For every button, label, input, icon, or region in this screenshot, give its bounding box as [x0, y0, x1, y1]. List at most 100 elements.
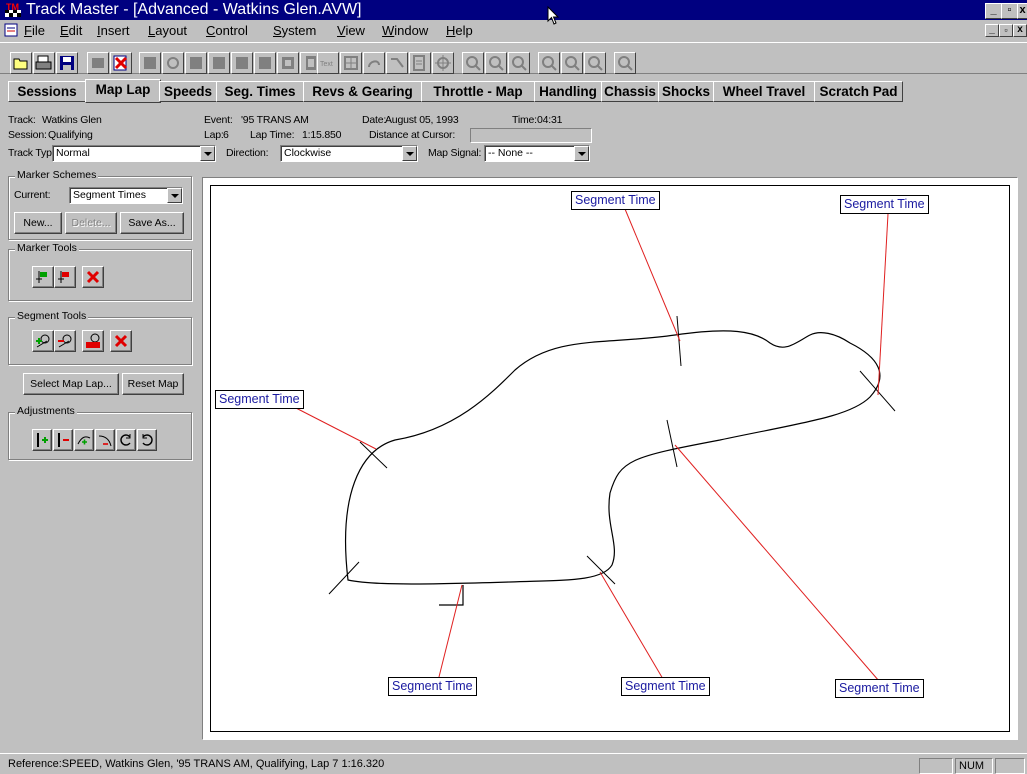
track-map-canvas[interactable]	[210, 185, 1010, 732]
tab-sessions[interactable]: Sessions	[8, 81, 86, 102]
menu-layout[interactable]: Layout	[148, 23, 187, 38]
menu-file[interactable]: File	[24, 23, 45, 38]
grid-icon[interactable]	[340, 52, 362, 74]
tab-handling[interactable]: Handling	[534, 81, 602, 102]
marker-tools-title: Marker Tools	[15, 242, 79, 254]
increase-icon[interactable]	[32, 429, 52, 451]
tab-map-lap[interactable]: Map Lap	[85, 79, 161, 103]
zoom-icon[interactable]	[538, 52, 560, 74]
zoom-icon[interactable]	[561, 52, 583, 74]
rotate-right-icon[interactable]	[137, 429, 157, 451]
restore-button[interactable]: ▫	[1001, 3, 1018, 19]
save-icon[interactable]	[56, 52, 78, 74]
stretch-icon[interactable]	[74, 429, 94, 451]
current-scheme-select[interactable]: Segment Times	[69, 187, 183, 204]
map-signal-select[interactable]: -- None --	[484, 145, 590, 162]
segment-sizes-icon[interactable]	[82, 330, 104, 352]
zoom-icon[interactable]	[584, 52, 606, 74]
segment-time-label-3[interactable]: Segment Time	[840, 195, 929, 214]
clear-segments-icon[interactable]	[110, 330, 132, 352]
add-segment-icon[interactable]	[32, 330, 54, 352]
title-bar: TM Track Master - [Advanced - Watkins Gl…	[0, 0, 1027, 20]
chevron-down-icon[interactable]	[402, 146, 417, 161]
tab-scratch-pad[interactable]: Scratch Pad	[814, 81, 903, 102]
tab-speeds[interactable]: Speeds	[159, 81, 217, 102]
menu-help[interactable]: Help	[446, 23, 473, 38]
current-scheme-value: Segment Times	[73, 189, 146, 201]
segment-time-label-2[interactable]: Segment Time	[571, 191, 660, 210]
tab-chassis[interactable]: Chassis	[601, 81, 659, 102]
export-icon[interactable]	[409, 52, 431, 74]
square-icon[interactable]	[208, 52, 230, 74]
open-icon[interactable]	[10, 52, 32, 74]
chevron-down-icon[interactable]	[574, 146, 589, 161]
decrease-icon[interactable]	[53, 429, 73, 451]
menu-window[interactable]: Window	[382, 23, 428, 38]
track-outline	[345, 330, 881, 585]
segment-time-label-4[interactable]: Segment Time	[388, 677, 477, 696]
track-map-svg	[293, 208, 896, 682]
square-icon[interactable]	[231, 52, 253, 74]
rotate-left-icon[interactable]	[116, 429, 136, 451]
toolbar: Text	[0, 42, 1027, 74]
segment-time-label-1[interactable]: Segment Time	[215, 390, 304, 409]
close-button[interactable]: x	[1017, 3, 1027, 19]
menu-control[interactable]: Control	[206, 23, 248, 38]
lap-icon[interactable]	[363, 52, 385, 74]
clear-markers-icon[interactable]	[82, 266, 104, 288]
crosshair-icon[interactable]	[432, 52, 454, 74]
new-scheme-button[interactable]: New...	[14, 212, 62, 234]
segment-time-label-5[interactable]: Segment Time	[621, 677, 710, 696]
square-icon[interactable]	[277, 52, 299, 74]
tab-seg-times[interactable]: Seg. Times	[216, 81, 304, 102]
tab-throttle-map[interactable]: Throttle - Map	[421, 81, 535, 102]
adjustments-group: Adjustments	[8, 405, 192, 460]
menu-insert[interactable]: Insert	[97, 23, 130, 38]
segment-time-label-6[interactable]: Segment Time	[835, 679, 924, 698]
arrow-icon[interactable]	[386, 52, 408, 74]
adjustments-title: Adjustments	[15, 405, 77, 417]
reset-map-button[interactable]: Reset Map	[122, 373, 184, 395]
document-icon[interactable]	[4, 23, 18, 37]
tab-shocks[interactable]: Shocks	[658, 81, 714, 102]
doc-restore-button[interactable]: ▫	[999, 24, 1013, 37]
square-icon[interactable]	[254, 52, 276, 74]
zoom-icon[interactable]	[508, 52, 530, 74]
status-text: Reference:SPEED, Watkins Glen, '95 TRANS…	[8, 758, 385, 770]
tab-wheel-travel[interactable]: Wheel Travel	[713, 81, 815, 102]
marker-tools-group: Marker Tools	[8, 242, 192, 301]
session-value: Qualifying	[48, 129, 93, 141]
blank-icon[interactable]	[87, 52, 109, 74]
add-marker-icon[interactable]	[32, 266, 54, 288]
track-type-select[interactable]: Normal	[52, 145, 216, 162]
save-as-scheme-button[interactable]: Save As...	[120, 212, 184, 234]
chevron-down-icon[interactable]	[200, 146, 215, 161]
tab-revs-gearing[interactable]: Revs & Gearing	[303, 81, 422, 102]
menu-view[interactable]: View	[337, 23, 365, 38]
menu-system[interactable]: System	[273, 23, 316, 38]
num-lock-indicator: NUM	[955, 758, 993, 774]
remove-segment-icon[interactable]	[54, 330, 76, 352]
shrink-icon[interactable]	[95, 429, 115, 451]
square-icon[interactable]	[185, 52, 207, 74]
direction-select[interactable]: Clockwise	[280, 145, 418, 162]
select-map-lap-button[interactable]: Select Map Lap...	[23, 373, 119, 395]
track-label: Track:	[8, 114, 36, 126]
minimize-button[interactable]: _	[985, 3, 1002, 19]
text-icon[interactable]: Text	[317, 52, 339, 74]
remove-marker-icon[interactable]	[54, 266, 76, 288]
chevron-down-icon[interactable]	[167, 188, 182, 203]
print-icon[interactable]	[33, 52, 55, 74]
doc-close-button[interactable]: x	[1013, 24, 1027, 37]
delete-icon[interactable]	[110, 52, 132, 74]
delete-scheme-button[interactable]: Delete...	[65, 212, 117, 234]
lap-label: Lap:	[204, 129, 224, 141]
doc-minimize-button[interactable]: _	[985, 24, 999, 37]
current-label: Current:	[14, 189, 51, 201]
square-icon[interactable]	[162, 52, 184, 74]
square-icon[interactable]	[139, 52, 161, 74]
zoom-icon[interactable]	[462, 52, 484, 74]
menu-edit[interactable]: Edit	[60, 23, 82, 38]
zoom-icon[interactable]	[614, 52, 636, 74]
zoom-icon[interactable]	[485, 52, 507, 74]
